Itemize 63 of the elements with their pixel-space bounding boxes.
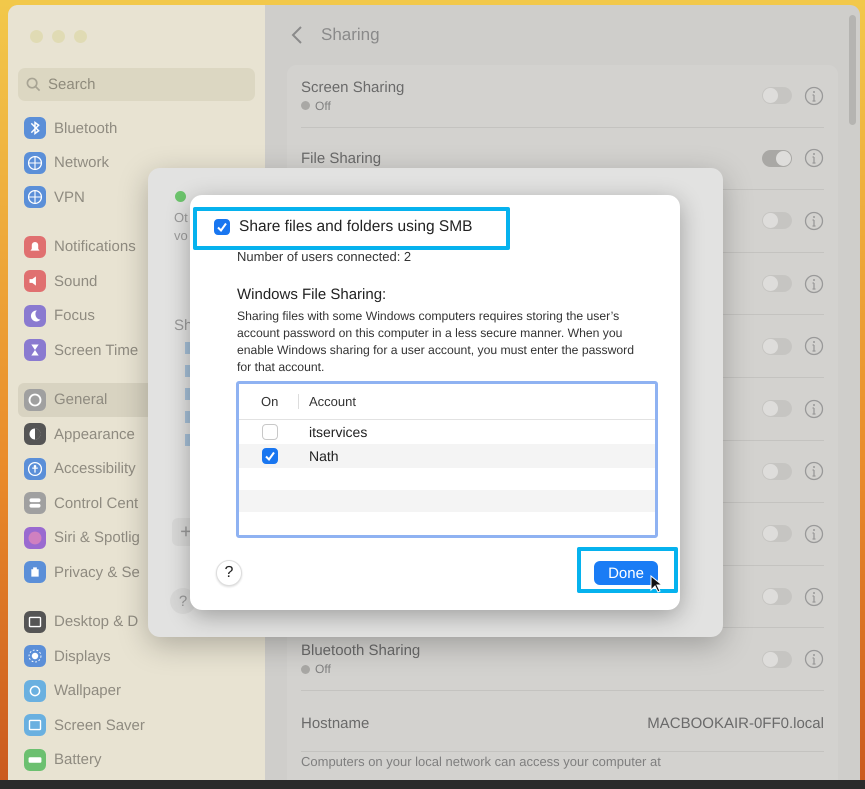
info-icon bbox=[804, 649, 824, 670]
sidebar-item[interactable]: Wallpaper bbox=[18, 674, 255, 708]
scrollbar[interactable] bbox=[849, 15, 856, 125]
checkbox[interactable] bbox=[262, 448, 278, 464]
search-field[interactable]: Search bbox=[18, 68, 255, 101]
toggle-switch[interactable] bbox=[762, 212, 792, 230]
sidebar-item[interactable]: Network bbox=[18, 146, 255, 180]
sidebar-item[interactable]: Battery bbox=[18, 742, 255, 777]
section-heading: Windows File Sharing: bbox=[237, 286, 388, 303]
status-text: Number of users connected: 2 bbox=[237, 249, 412, 264]
hostname-note: Computers on your local network can access your computer at bbox=[301, 752, 662, 771]
table-cell: Nath bbox=[309, 448, 339, 464]
info-icon bbox=[804, 586, 824, 607]
column-header: On bbox=[239, 394, 299, 409]
hostname-label: Hostname bbox=[301, 715, 370, 732]
info-icon bbox=[804, 461, 824, 482]
status-dot bbox=[301, 664, 310, 674]
info-icon bbox=[804, 148, 824, 168]
toggle-switch[interactable] bbox=[762, 87, 792, 104]
info-icon bbox=[804, 274, 824, 294]
toggle-switch[interactable] bbox=[762, 150, 792, 167]
info-icon bbox=[804, 398, 824, 419]
status-text: Off bbox=[315, 98, 331, 113]
window-control-button[interactable] bbox=[30, 30, 43, 43]
status-text: Off bbox=[315, 662, 331, 676]
service-label: Bluetooth Sharing bbox=[301, 642, 422, 660]
sidebar-item[interactable]: Bluetooth bbox=[18, 111, 255, 146]
service-label: Screen Sharing bbox=[301, 78, 406, 96]
window-control-button[interactable] bbox=[52, 30, 65, 43]
info-icon bbox=[804, 336, 824, 356]
checkmark-icon bbox=[264, 450, 276, 462]
checkmark-icon bbox=[216, 220, 228, 232]
window-title: Sharing bbox=[321, 25, 380, 45]
service-label: File Sharing bbox=[301, 150, 382, 167]
back-icon bbox=[291, 25, 303, 45]
column-header: Account bbox=[308, 394, 356, 409]
accounts-table[interactable]: On Account itservices Nath bbox=[236, 381, 658, 538]
toggle-switch[interactable] bbox=[762, 400, 792, 418]
toggle-switch[interactable] bbox=[762, 462, 792, 480]
description-text: Ot bbox=[174, 210, 188, 225]
table-cell: itservices bbox=[309, 424, 368, 440]
search-icon bbox=[26, 77, 41, 92]
sidebar-item[interactable]: Displays bbox=[18, 639, 255, 674]
help-button[interactable]: ? bbox=[216, 560, 242, 586]
description-text: Sharing files with some Windows computers requires storing the user’s account password on this computer in a less secure manner. When you enable Windows sharing for a user account, you must enter the password for that account. bbox=[237, 308, 635, 376]
checkbox-label: Share files and folders using SMB bbox=[239, 218, 472, 236]
window-control-button[interactable] bbox=[74, 30, 87, 43]
info-icon bbox=[804, 86, 824, 106]
toggle-switch[interactable] bbox=[762, 588, 792, 606]
description-text: vo bbox=[174, 228, 188, 243]
status-dot bbox=[301, 101, 310, 110]
toggle-switch[interactable] bbox=[762, 650, 792, 668]
checkbox[interactable] bbox=[214, 218, 230, 234]
done-button[interactable]: Done bbox=[594, 561, 658, 585]
info-icon bbox=[804, 524, 824, 544]
sidebar-item[interactable]: Screen Saver bbox=[18, 708, 255, 742]
toggle-switch[interactable] bbox=[762, 525, 792, 542]
toggle-switch[interactable] bbox=[762, 275, 792, 292]
pointer-icon bbox=[650, 575, 662, 593]
hostname-value: MACBOOKAIR-0FF0.local bbox=[647, 715, 824, 732]
toggle-switch[interactable] bbox=[762, 338, 792, 355]
info-icon bbox=[804, 210, 824, 231]
checkbox[interactable] bbox=[262, 424, 278, 440]
